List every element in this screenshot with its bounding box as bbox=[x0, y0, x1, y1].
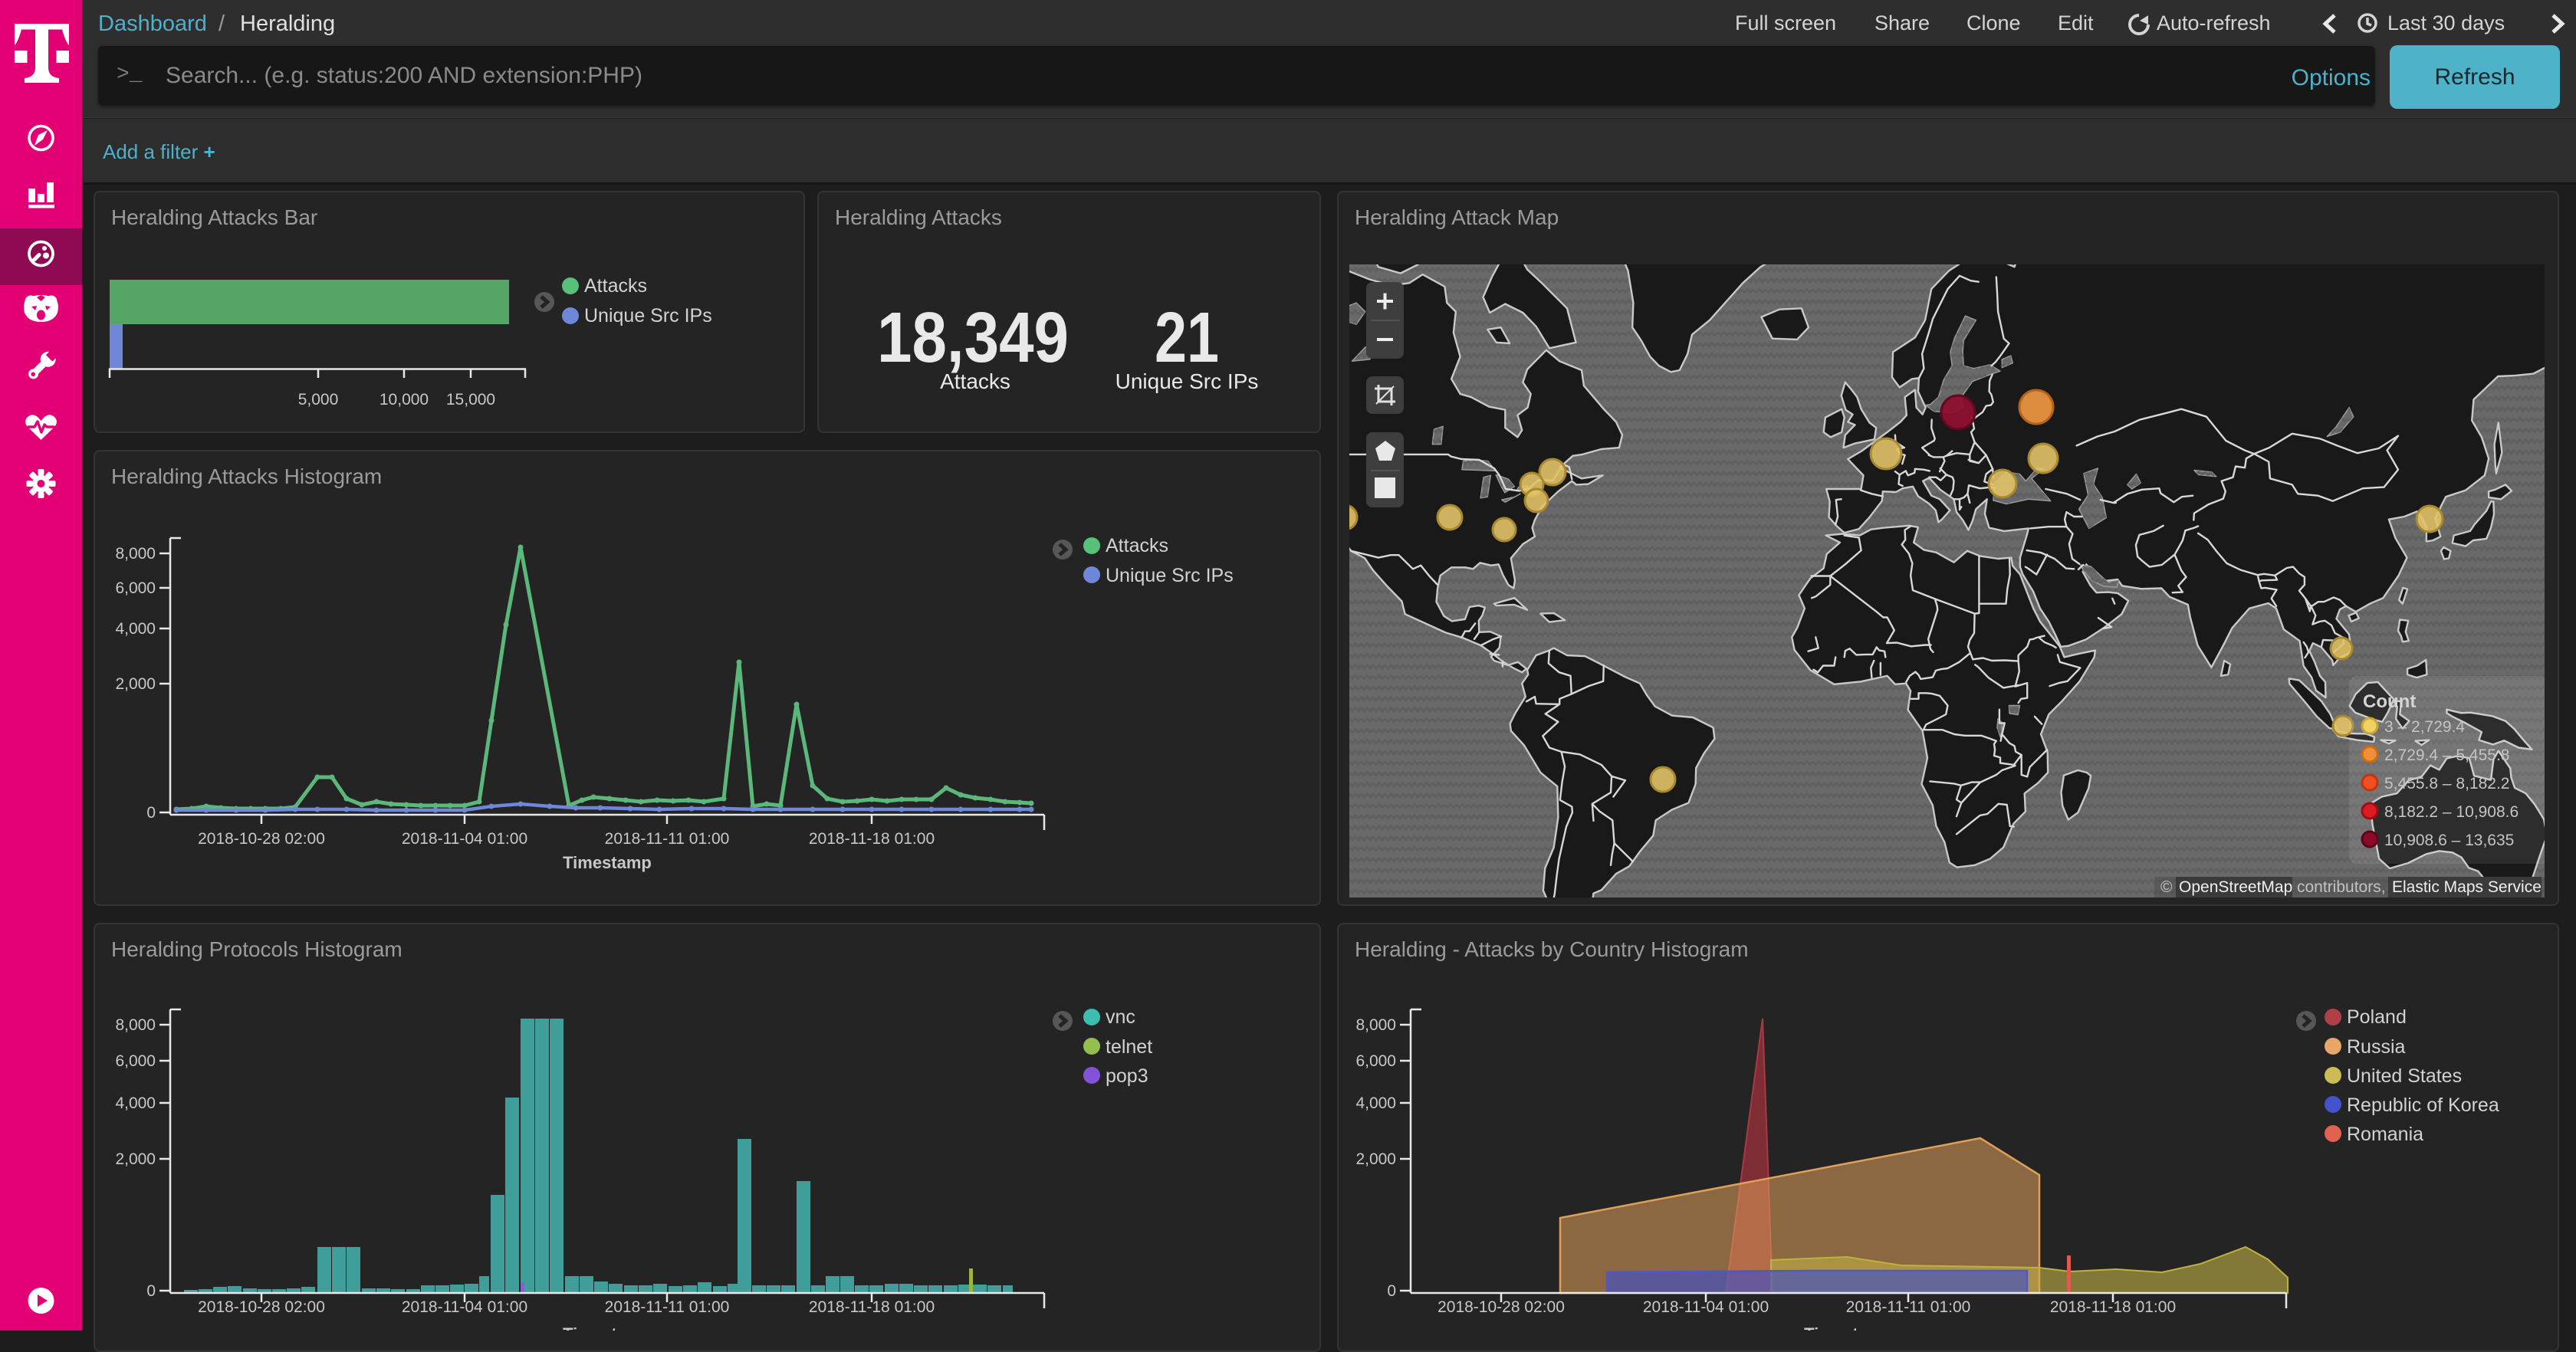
svg-text:2,000: 2,000 bbox=[1355, 1150, 1396, 1168]
svg-text:8,000: 8,000 bbox=[115, 1016, 156, 1034]
svg-text:2018-11-18 01:00: 2018-11-18 01:00 bbox=[809, 830, 935, 848]
svg-text:Timestamp: Timestamp bbox=[1804, 1324, 1893, 1331]
svg-text:4,000: 4,000 bbox=[115, 620, 156, 638]
svg-text:2018-11-18 01:00: 2018-11-18 01:00 bbox=[2050, 1298, 2176, 1316]
svg-text:Attacks: Attacks bbox=[1106, 535, 1168, 556]
svg-text:Romania: Romania bbox=[2347, 1124, 2423, 1145]
svg-text:OpenStreetMap: OpenStreetMap bbox=[2179, 878, 2292, 896]
svg-text:vnc: vnc bbox=[1106, 1006, 1135, 1028]
svg-text:Timestamp: Timestamp bbox=[563, 1324, 652, 1331]
svg-text:6,000: 6,000 bbox=[115, 579, 156, 597]
svg-text:Unique Src IPs: Unique Src IPs bbox=[1106, 565, 1234, 586]
svg-text:Elastic Maps Service: Elastic Maps Service bbox=[2392, 878, 2542, 896]
svg-text:4,000: 4,000 bbox=[1355, 1094, 1396, 1112]
svg-text:2018-10-28 02:00: 2018-10-28 02:00 bbox=[198, 830, 325, 848]
svg-text:2018-11-18 01:00: 2018-11-18 01:00 bbox=[809, 1298, 935, 1316]
svg-text:15,000: 15,000 bbox=[446, 391, 495, 409]
svg-text:Attacks: Attacks bbox=[584, 275, 647, 297]
svg-text:2018-11-11 01:00: 2018-11-11 01:00 bbox=[1846, 1298, 1971, 1316]
svg-text:2,000: 2,000 bbox=[115, 675, 156, 693]
svg-text:2018-11-04 01:00: 2018-11-04 01:00 bbox=[402, 830, 527, 848]
svg-text:0: 0 bbox=[146, 804, 156, 822]
svg-text:Republic of Korea: Republic of Korea bbox=[2347, 1094, 2499, 1116]
svg-text:United States: United States bbox=[2347, 1065, 2462, 1087]
svg-text:2018-11-04 01:00: 2018-11-04 01:00 bbox=[1643, 1298, 1769, 1316]
svg-text:8,182.2 – 10,908.6: 8,182.2 – 10,908.6 bbox=[2384, 803, 2518, 821]
svg-text:Unique Src IPs: Unique Src IPs bbox=[584, 305, 712, 327]
svg-text:0: 0 bbox=[146, 1282, 156, 1300]
svg-text:Poland: Poland bbox=[2347, 1006, 2407, 1028]
svg-text:0: 0 bbox=[1387, 1282, 1396, 1300]
svg-text:2018-11-04 01:00: 2018-11-04 01:00 bbox=[402, 1298, 527, 1316]
svg-text:2,729.4 – 5,455.8: 2,729.4 – 5,455.8 bbox=[2384, 747, 2509, 764]
svg-text:5,455.8 – 8,182.2: 5,455.8 – 8,182.2 bbox=[2384, 775, 2509, 792]
svg-text:contributors,: contributors, bbox=[2297, 878, 2386, 896]
svg-text:10,000: 10,000 bbox=[380, 391, 429, 409]
svg-text:Attacks: Attacks bbox=[940, 369, 1010, 393]
svg-text:5,000: 5,000 bbox=[298, 391, 339, 409]
svg-text:Unique Src IPs: Unique Src IPs bbox=[1116, 369, 1259, 393]
svg-text:2018-11-11 01:00: 2018-11-11 01:00 bbox=[605, 1298, 730, 1316]
svg-text:2,000: 2,000 bbox=[115, 1150, 156, 1168]
svg-text:18,349: 18,349 bbox=[877, 297, 1069, 377]
svg-text:©: © bbox=[2160, 878, 2173, 896]
svg-text:3 – 2,729.4: 3 – 2,729.4 bbox=[2384, 718, 2465, 736]
svg-text:6,000: 6,000 bbox=[115, 1052, 156, 1070]
svg-text:2018-11-11 01:00: 2018-11-11 01:00 bbox=[605, 830, 730, 848]
svg-text:8,000: 8,000 bbox=[115, 545, 156, 563]
svg-text:6,000: 6,000 bbox=[1355, 1052, 1396, 1070]
svg-text:4,000: 4,000 bbox=[115, 1094, 156, 1112]
svg-text:2018-10-28 02:00: 2018-10-28 02:00 bbox=[1438, 1298, 1565, 1316]
svg-text:telnet: telnet bbox=[1106, 1036, 1152, 1058]
svg-text:8,000: 8,000 bbox=[1355, 1016, 1396, 1034]
svg-text:21: 21 bbox=[1155, 297, 1219, 377]
svg-text:Russia: Russia bbox=[2347, 1036, 2406, 1058]
svg-text:Count: Count bbox=[2363, 691, 2416, 712]
svg-text:10,908.6 – 13,635: 10,908.6 – 13,635 bbox=[2384, 832, 2514, 849]
svg-text:Timestamp: Timestamp bbox=[563, 853, 652, 872]
svg-text:2018-10-28 02:00: 2018-10-28 02:00 bbox=[198, 1298, 325, 1316]
svg-text:pop3: pop3 bbox=[1106, 1065, 1148, 1087]
